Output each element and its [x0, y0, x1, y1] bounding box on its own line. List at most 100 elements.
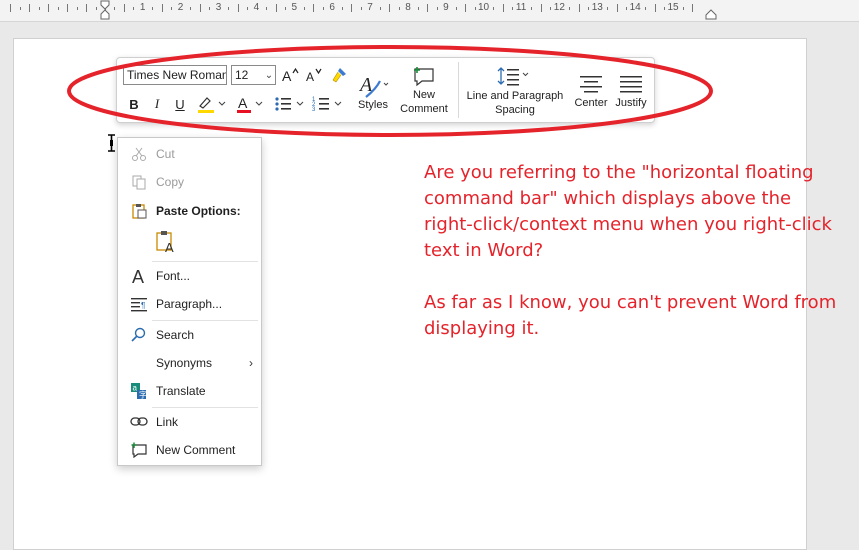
font-color-button[interactable]: A: [234, 94, 268, 114]
copy-icon: [130, 173, 148, 191]
right-indent-marker[interactable]: [705, 8, 717, 20]
align-center-icon: [580, 76, 602, 93]
ruler-tick: [692, 4, 694, 12]
horizontal-ruler[interactable]: 1 2 3 4 5 6 7 8 9 10 11 12 13 14 15: [0, 0, 859, 22]
ruler-tick: [664, 7, 666, 10]
menu-item-new-comment[interactable]: New Comment: [118, 437, 261, 463]
styles-button[interactable]: A Styles: [355, 64, 391, 118]
menu-item-paragraph[interactable]: ¶ Paragraph...: [118, 291, 261, 317]
paste-keep-text-only-button[interactable]: A: [154, 230, 178, 255]
ruler-tick: [465, 4, 467, 12]
ruler-tick: [199, 4, 201, 12]
menu-label-copy: Copy: [156, 175, 185, 189]
ruler-number: 14: [629, 2, 641, 13]
ruler-number: 2: [177, 2, 184, 13]
highlight-color-button[interactable]: [195, 94, 229, 114]
menu-label-link: Link: [156, 415, 179, 429]
ruler-tick: [654, 4, 656, 12]
menu-label-translate: Translate: [156, 384, 206, 398]
ruler-tick: [67, 4, 69, 12]
numbering-button[interactable]: 1 2 3: [311, 94, 345, 114]
bold-button[interactable]: B: [125, 94, 143, 114]
styles-icon: A: [358, 74, 389, 98]
center-label: Center: [574, 97, 608, 109]
ruler-number: 11: [515, 2, 527, 13]
note-paragraph-2: As far as I know, you can't prevent Word…: [424, 292, 837, 339]
new-comment-label: New Comment: [400, 89, 448, 115]
ruler-tick: [152, 7, 154, 10]
ruler-tick: [588, 7, 590, 10]
svg-text:A: A: [306, 70, 314, 83]
font-name-combo[interactable]: Times New Roman: [123, 65, 227, 85]
font-size-combo[interactable]: 12 ⌄: [231, 65, 276, 85]
svg-text:A: A: [165, 240, 174, 254]
ruler-tick: [10, 4, 12, 12]
ruler-number: 5: [291, 2, 298, 13]
menu-separator: [152, 320, 258, 321]
shrink-font-button[interactable]: A: [304, 65, 324, 85]
link-icon: [130, 413, 148, 431]
floating-mini-toolbar: Times New Roman 12 ⌄ A A B I U A 1 2 3 A…: [116, 57, 655, 123]
italic-button[interactable]: I: [148, 94, 166, 114]
line-spacing-button[interactable]: Line and Paragraph Spacing: [464, 64, 566, 118]
menu-item-link[interactable]: Link: [118, 409, 261, 435]
ruler-tick: [436, 7, 438, 10]
ruler-tick: [502, 4, 504, 12]
new-comment-button[interactable]: New Comment: [398, 64, 450, 118]
left-indent-marker[interactable]: [100, 0, 110, 21]
menu-label-paste-options: Paste Options:: [156, 204, 241, 218]
menu-label-font: Font...: [156, 269, 191, 283]
ruler-tick: [190, 7, 192, 10]
ruler-tick: [48, 4, 50, 12]
ruler-tick: [616, 4, 618, 12]
menu-label-paragraph: Paragraph...: [156, 297, 223, 311]
svg-text:3: 3: [312, 107, 316, 113]
highlighter-icon: [198, 97, 226, 113]
menu-item-copy[interactable]: Copy: [118, 169, 261, 195]
ruler-tick: [237, 4, 239, 12]
font-size-value: 12: [235, 68, 249, 82]
translate-icon: a字: [130, 382, 148, 400]
svg-text:A: A: [282, 68, 292, 83]
ruler-tick: [19, 7, 21, 10]
ruler-number: 13: [591, 2, 603, 13]
ruler-tick: [133, 7, 135, 10]
menu-label-cut: Cut: [156, 147, 175, 161]
ruler-number: 6: [329, 2, 335, 13]
ruler-number: 7: [367, 2, 373, 13]
ruler-tick: [29, 4, 31, 12]
format-painter-button[interactable]: [328, 64, 350, 86]
svg-text:字: 字: [139, 390, 147, 400]
numbered-list-icon: 1 2 3: [312, 97, 342, 113]
justify-button[interactable]: Justify: [613, 64, 649, 118]
ruler-tick: [540, 4, 542, 12]
ruler-tick: [123, 4, 125, 12]
align-justify-icon: [620, 76, 642, 93]
svg-text:A: A: [132, 267, 144, 285]
svg-text:a: a: [133, 384, 138, 393]
ruler-tick: [427, 4, 429, 12]
ruler-tick: [645, 7, 647, 10]
scissors-icon: [130, 145, 148, 163]
menu-item-translate[interactable]: a字 Translate: [118, 378, 261, 404]
ruler-tick: [455, 7, 457, 10]
ruler-tick: [626, 7, 628, 10]
ruler-tick: [682, 7, 684, 10]
paste-text-only-icon: A: [156, 231, 174, 255]
menu-item-synonyms[interactable]: Synonyms ›: [118, 350, 261, 376]
menu-item-font[interactable]: A Font...: [118, 263, 261, 289]
menu-item-cut[interactable]: Cut: [118, 141, 261, 167]
ruler-tick: [95, 7, 97, 10]
grow-font-button[interactable]: A: [280, 65, 300, 85]
menu-separator: [152, 407, 258, 408]
ruler-number: 12: [553, 2, 565, 13]
ruler-tick: [86, 4, 88, 12]
center-button[interactable]: Center: [573, 64, 609, 118]
new-comment-icon: [130, 441, 148, 459]
grow-font-icon: A: [282, 67, 299, 83]
menu-item-search[interactable]: Search: [118, 322, 261, 348]
underline-button[interactable]: U: [171, 94, 189, 114]
ruler-tick: [171, 7, 173, 10]
bullets-button[interactable]: [273, 94, 307, 114]
ruler-tick: [512, 7, 514, 10]
